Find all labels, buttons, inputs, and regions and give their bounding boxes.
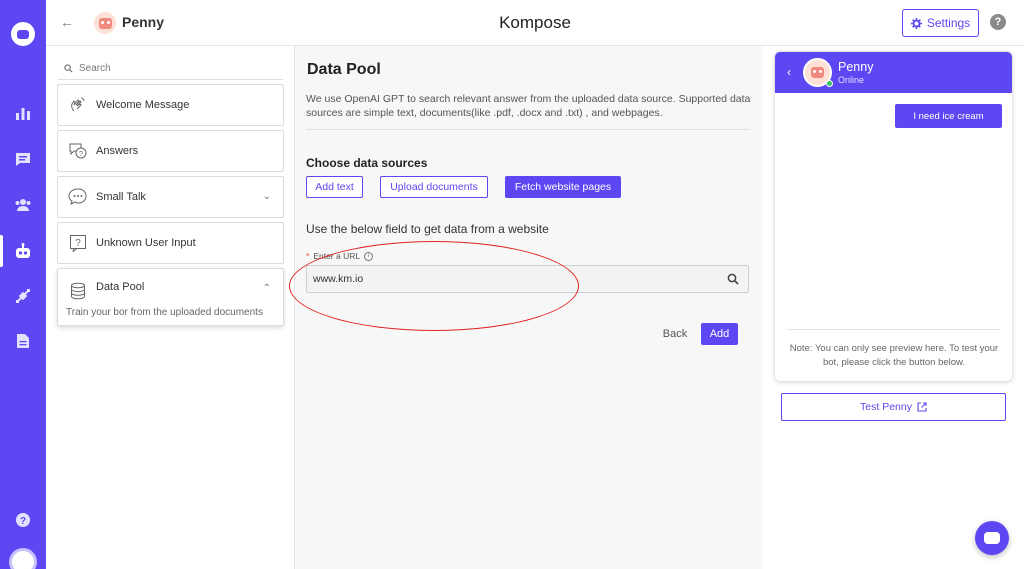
svg-text:?: ? xyxy=(75,238,81,249)
fetch-website-pages-button[interactable]: Fetch website pages xyxy=(505,176,621,198)
bot-name: Penny xyxy=(122,14,165,30)
chat-bubble-dots-icon xyxy=(68,187,88,207)
chat-launcher-button[interactable] xyxy=(975,521,1009,555)
app-title: Kompose xyxy=(499,13,571,32)
url-instructions: Use the below field to get data from a w… xyxy=(306,222,549,236)
integrations-icon[interactable] xyxy=(0,284,46,308)
chat-logo-icon[interactable] xyxy=(11,22,35,46)
back-arrow-icon[interactable]: ← xyxy=(60,14,74,30)
sidebar-item-subtitle: Train your bor from the uploaded documen… xyxy=(66,307,263,318)
required-mark: * xyxy=(306,251,310,261)
chat-header: ‹ Penny Online xyxy=(775,52,1012,93)
svg-text:?: ? xyxy=(79,151,83,158)
sidebar-item-small-talk[interactable]: Small Talk ⌄ xyxy=(57,176,284,218)
bot-avatar xyxy=(94,12,116,34)
back-button[interactable]: Back xyxy=(655,323,695,345)
add-text-button[interactable]: Add text xyxy=(306,176,363,198)
url-label-text: Enter a URL xyxy=(313,251,361,261)
upload-documents-button[interactable]: Upload documents xyxy=(380,176,488,198)
url-label: * Enter a URL i xyxy=(306,251,374,261)
help-icon[interactable]: ? xyxy=(990,14,1006,30)
answers-bubble-icon: ? xyxy=(68,141,88,161)
chevron-up-icon[interactable]: ⌃ xyxy=(263,283,271,294)
database-icon xyxy=(68,281,88,301)
external-link-icon xyxy=(917,402,927,412)
search-placeholder: Search xyxy=(79,63,111,74)
sidebar-item-data-pool[interactable]: Data Pool ⌃ Train your bor from the uplo… xyxy=(57,268,284,326)
users-icon[interactable] xyxy=(0,193,46,217)
bar-chart-icon[interactable] xyxy=(0,101,46,125)
chevron-left-icon[interactable]: ‹ xyxy=(787,65,791,79)
sidebar-search[interactable]: Search xyxy=(58,58,283,80)
url-input[interactable] xyxy=(306,265,749,293)
preview-note: Note: You can only see preview here. To … xyxy=(789,343,999,368)
conversations-icon[interactable] xyxy=(0,147,46,171)
help-icon[interactable]: ? xyxy=(0,508,46,532)
page-title: Data Pool xyxy=(307,61,381,78)
data-pool-description: We use OpenAI GPT to search relevant ans… xyxy=(306,93,751,119)
document-icon[interactable] xyxy=(0,329,46,353)
choose-sources-heading: Choose data sources xyxy=(306,156,428,170)
sidebar-item-label: Data Pool xyxy=(96,281,145,293)
left-nav-rail: ? xyxy=(0,0,46,569)
top-header: ← Penny Kompose Settings ? xyxy=(46,0,1024,46)
chat-preview-window: ‹ Penny Online I need ice cream Note: Yo… xyxy=(774,51,1013,382)
app-root: ? ← Penny Kompose Settings ? Search Welc… xyxy=(0,0,1024,569)
test-bot-button[interactable]: Test Penny xyxy=(781,393,1006,421)
settings-button[interactable]: Settings xyxy=(902,9,979,37)
sidebar-item-label: Welcome Message xyxy=(96,99,190,111)
divider xyxy=(306,129,749,130)
bot-icon[interactable] xyxy=(0,235,46,267)
data-pool-panel: Data Pool We use OpenAI GPT to search re… xyxy=(289,46,762,569)
chat-bot-status: Online xyxy=(838,75,865,85)
gear-icon xyxy=(910,17,922,29)
online-status-dot xyxy=(826,80,833,87)
svg-text:?: ? xyxy=(20,516,26,527)
add-button[interactable]: Add xyxy=(701,323,738,345)
test-bot-label: Test Penny xyxy=(860,401,912,413)
chat-bot-name: Penny xyxy=(838,60,874,74)
sidebar-item-label: Unknown User Input xyxy=(96,237,196,249)
question-box-icon: ? xyxy=(68,233,88,253)
sidebar-item-answers[interactable]: ? Answers xyxy=(57,130,284,172)
user-avatar[interactable] xyxy=(9,548,37,569)
user-message-bubble: I need ice cream xyxy=(895,104,1002,128)
divider xyxy=(787,329,1001,330)
info-icon[interactable]: i xyxy=(364,251,374,261)
sidebar-item-unknown-user-input[interactable]: ? Unknown User Input xyxy=(57,222,284,264)
intent-sidebar: Search Welcome Message ? Answers Small T… xyxy=(46,46,295,569)
search-icon[interactable] xyxy=(727,273,739,285)
sidebar-item-label: Small Talk xyxy=(96,191,146,203)
sidebar-item-label: Answers xyxy=(96,145,139,157)
sidebar-item-welcome-message[interactable]: Welcome Message xyxy=(57,84,284,126)
chevron-down-icon[interactable]: ⌄ xyxy=(263,191,271,202)
wave-hand-icon xyxy=(68,95,88,115)
settings-label: Settings xyxy=(926,16,971,30)
search-icon xyxy=(64,64,73,73)
bot-preview-panel: ‹ Penny Online I need ice cream Note: Yo… xyxy=(762,46,1024,569)
